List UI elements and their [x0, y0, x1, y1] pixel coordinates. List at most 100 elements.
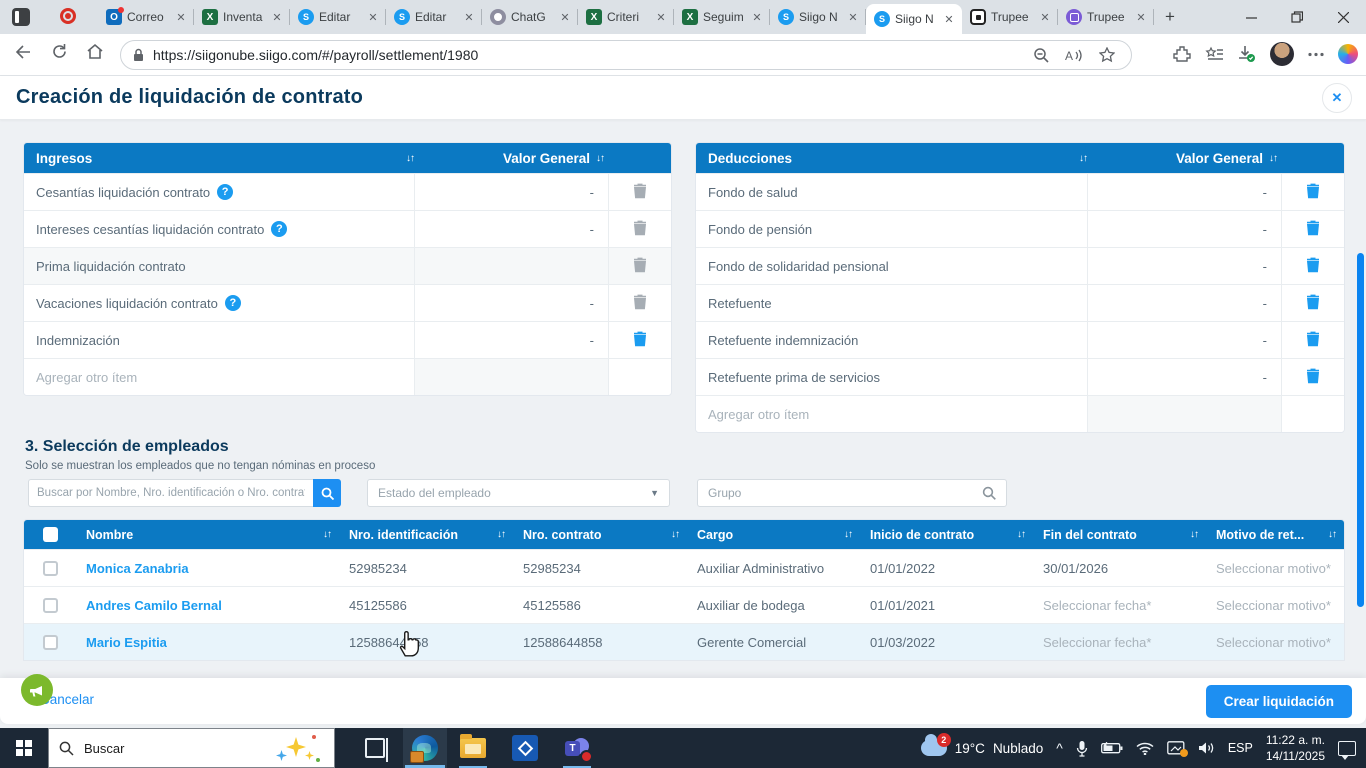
sort-icon[interactable] — [1079, 153, 1087, 164]
tab-close-icon[interactable] — [942, 13, 956, 26]
battery-icon[interactable] — [1100, 742, 1123, 754]
copilot-icon[interactable] — [1338, 44, 1358, 64]
tab-close-icon[interactable] — [654, 11, 668, 24]
tab-siigo-active[interactable]: Siigo N — [866, 4, 962, 34]
trash-icon[interactable] — [633, 183, 647, 202]
tray-expand-icon[interactable] — [1056, 740, 1063, 756]
tab-criterios[interactable]: Criteri — [578, 0, 674, 34]
cell-fin-fecha[interactable]: Seleccionar fecha* — [1033, 624, 1206, 660]
notification-center-icon[interactable] — [1338, 740, 1356, 760]
tab-close-icon[interactable] — [1038, 11, 1052, 24]
add-item-input[interactable]: Agregar otro ítem — [708, 407, 809, 422]
sort-icon[interactable] — [497, 529, 505, 540]
taskbar-search-box[interactable]: Buscar — [48, 728, 335, 768]
employee-name-link[interactable]: Mario Espitia — [86, 635, 167, 650]
favorites-hub-icon[interactable] — [1205, 46, 1223, 62]
trash-icon[interactable] — [633, 220, 647, 239]
cell-motivo-select[interactable]: Seleccionar motivo* — [1206, 624, 1344, 660]
tab-close-icon[interactable] — [750, 11, 764, 24]
item-value[interactable]: - — [414, 174, 608, 210]
add-item-input[interactable]: Agregar otro ítem — [36, 370, 137, 385]
extensions-icon[interactable] — [1173, 45, 1191, 63]
grupo-input[interactable] — [708, 486, 982, 500]
tab-trupee-2[interactable]: Trupee — [1058, 0, 1154, 34]
trash-icon[interactable] — [1306, 331, 1320, 350]
item-value[interactable]: - — [1087, 322, 1281, 358]
search-button[interactable] — [313, 479, 341, 507]
item-value[interactable]: - — [414, 285, 608, 321]
item-value[interactable]: - — [414, 211, 608, 247]
url-text[interactable]: https://siigonube.siigo.com/#/payroll/se… — [153, 47, 1033, 63]
employee-name-link[interactable]: Monica Zanabria — [86, 561, 189, 576]
home-button[interactable] — [83, 43, 107, 67]
trash-icon[interactable] — [633, 331, 647, 350]
tab-close-icon[interactable] — [270, 11, 284, 24]
tab-editar-2[interactable]: Editar — [386, 0, 482, 34]
trash-icon[interactable] — [633, 257, 647, 276]
taskbar-clock[interactable]: 11:22 a. m. 14/11/2025 — [1266, 732, 1325, 764]
tab-trupee-1[interactable]: Trupee — [962, 0, 1058, 34]
vertical-scrollbar[interactable] — [1357, 253, 1364, 607]
tab-close-icon[interactable] — [1134, 11, 1148, 24]
tab-seguimiento[interactable]: Seguim — [674, 0, 770, 34]
menu-dots-icon[interactable] — [1308, 52, 1324, 57]
row-checkbox[interactable] — [42, 634, 58, 650]
tab-close-icon[interactable] — [846, 11, 860, 24]
minimize-button[interactable] — [1228, 0, 1274, 34]
task-view-button[interactable] — [353, 728, 397, 768]
sort-icon[interactable] — [323, 529, 331, 540]
item-value[interactable]: - — [1087, 359, 1281, 395]
taskbar-quick-assist[interactable] — [503, 728, 547, 768]
item-value[interactable]: - — [1087, 248, 1281, 284]
estado-empleado-select[interactable]: Estado del empleado — [367, 479, 670, 507]
select-all-checkbox[interactable] — [42, 527, 58, 542]
item-value[interactable]: - — [1087, 211, 1281, 247]
back-button[interactable] — [10, 43, 34, 67]
favorite-star-icon[interactable] — [1099, 47, 1115, 63]
new-tab-button[interactable] — [1158, 6, 1182, 30]
help-icon[interactable] — [271, 221, 288, 237]
sort-icon[interactable] — [406, 153, 414, 164]
tab-close-icon[interactable] — [462, 11, 476, 24]
tab-close-icon[interactable] — [174, 11, 188, 24]
sort-icon[interactable] — [671, 529, 679, 540]
vertical-tabs-icon[interactable] — [12, 8, 30, 26]
help-icon[interactable] — [224, 295, 241, 311]
help-icon[interactable] — [217, 184, 234, 200]
item-value[interactable]: - — [414, 322, 608, 358]
modal-close-button[interactable] — [1322, 83, 1352, 113]
start-button[interactable] — [0, 728, 48, 768]
profile-avatar[interactable] — [1270, 42, 1294, 66]
copilot-sparkles-icon[interactable] — [274, 735, 320, 763]
downloads-icon[interactable] — [1237, 45, 1256, 63]
sort-icon[interactable] — [596, 153, 604, 164]
trash-icon[interactable] — [1306, 183, 1320, 202]
tab-editar-1[interactable]: Editar — [290, 0, 386, 34]
row-checkbox[interactable] — [42, 597, 58, 613]
cell-fin-fecha[interactable]: Seleccionar fecha* — [1033, 587, 1206, 623]
taskbar-teams[interactable]: T — [555, 728, 599, 768]
address-bar[interactable]: https://siigonube.siigo.com/#/payroll/se… — [120, 40, 1132, 70]
sort-icon[interactable] — [1328, 529, 1336, 540]
tab-close-icon[interactable] — [558, 11, 572, 24]
cell-fin-fecha[interactable]: 30/01/2026 — [1033, 550, 1206, 586]
language-indicator[interactable]: ESP — [1228, 741, 1253, 755]
speaker-icon[interactable] — [1198, 741, 1215, 755]
close-window-button[interactable] — [1320, 0, 1366, 34]
tab-siigo-1[interactable]: Siigo N — [770, 0, 866, 34]
sort-icon[interactable] — [1190, 529, 1198, 540]
weather-widget[interactable]: 2 19°C Nublado — [920, 733, 1043, 756]
restore-button[interactable] — [1274, 0, 1320, 34]
sort-icon[interactable] — [844, 529, 852, 540]
taskbar-edge[interactable] — [403, 728, 447, 768]
read-aloud-icon[interactable]: A — [1065, 48, 1083, 63]
sort-icon[interactable] — [1017, 529, 1025, 540]
microphone-icon[interactable] — [1076, 740, 1088, 757]
wifi-icon[interactable] — [1136, 742, 1154, 755]
zoom-out-icon[interactable] — [1033, 47, 1049, 63]
cell-motivo-select[interactable]: Seleccionar motivo* — [1206, 587, 1344, 623]
tab-close-icon[interactable] — [366, 11, 380, 24]
sort-icon[interactable] — [1269, 153, 1277, 164]
trash-icon[interactable] — [1306, 220, 1320, 239]
item-value[interactable]: - — [1087, 285, 1281, 321]
